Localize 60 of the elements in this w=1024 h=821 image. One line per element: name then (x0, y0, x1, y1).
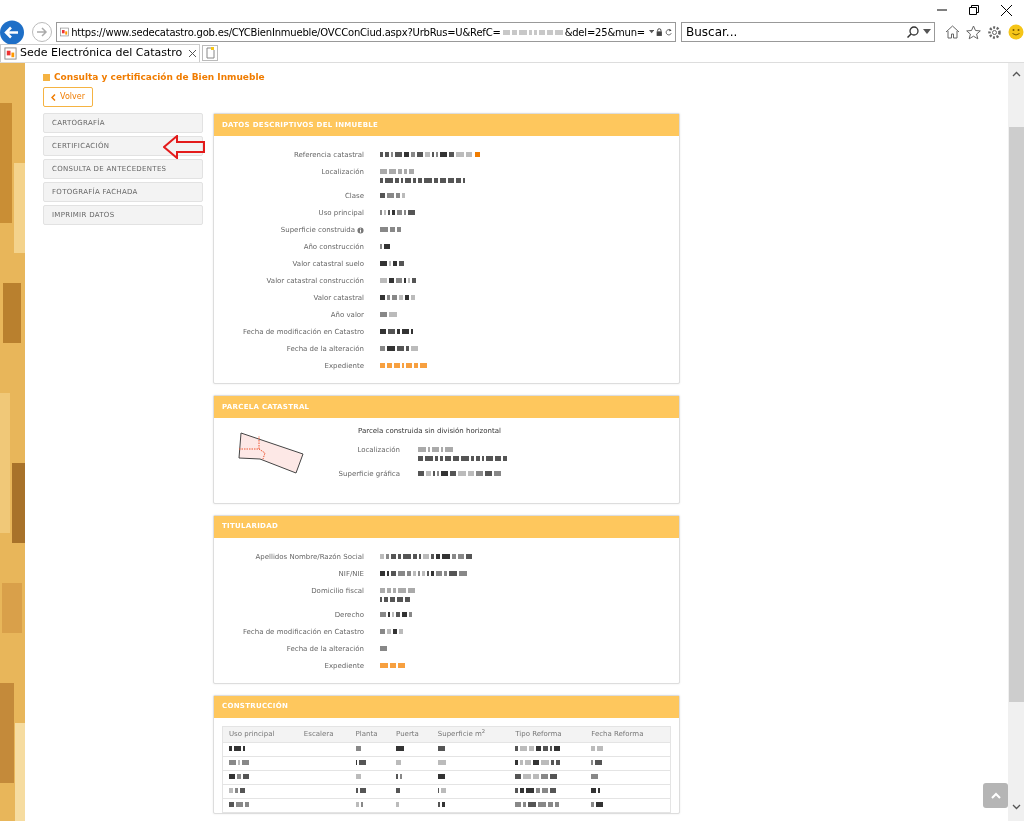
dropdown-icon[interactable] (649, 29, 655, 35)
browser-tab[interactable]: Sede Electrónica del Catastro (0, 44, 201, 62)
blurred-value (515, 758, 561, 766)
restore-icon[interactable] (969, 5, 979, 15)
blurred-value (380, 362, 428, 369)
dropdown-icon[interactable] (923, 29, 931, 35)
blurred-value (380, 168, 415, 175)
blurred-value (380, 610, 415, 618)
refresh-icon[interactable] (664, 26, 672, 38)
chevron-down-icon[interactable] (1011, 804, 1021, 810)
blurred-value (229, 758, 249, 766)
page-title: Consulta y certificación de Bien Inmueble (54, 70, 265, 84)
blurred-value (355, 758, 366, 766)
blurred-value (355, 800, 366, 808)
blurred-value (380, 311, 398, 318)
scrollbar-thumb[interactable] (1008, 127, 1024, 702)
blurred-value (380, 243, 390, 250)
blurred-value (380, 644, 390, 652)
home-icon[interactable] (945, 25, 960, 39)
lock-icon[interactable] (656, 26, 663, 38)
close-icon[interactable] (189, 50, 197, 57)
info-icon[interactable] (357, 226, 364, 234)
search-icon[interactable] (907, 26, 919, 38)
smiley-icon[interactable] (1008, 24, 1024, 40)
search-field[interactable]: Buscar... (681, 22, 935, 42)
parcel-drawing (238, 432, 306, 474)
blurred-value (502, 28, 563, 36)
star-icon[interactable] (966, 24, 981, 40)
blurred-value (591, 800, 604, 808)
chevron-icon (51, 93, 57, 101)
blurred-value (380, 661, 408, 669)
page-icon (43, 74, 50, 81)
blurred-value (396, 772, 405, 780)
close-icon[interactable] (1001, 4, 1012, 16)
blurred-value (591, 744, 604, 752)
back-icon[interactable] (0, 19, 25, 45)
site-icon (4, 47, 17, 60)
back-button[interactable]: Volver (43, 87, 93, 107)
blurred-value (437, 786, 446, 794)
chevron-up-icon (990, 792, 1001, 799)
blurred-value (380, 277, 418, 284)
site-icon (60, 25, 70, 39)
scrollbar[interactable] (1008, 63, 1024, 821)
left-arrow-icon (163, 135, 205, 159)
blurred-value (355, 786, 366, 794)
url-text: https://www.sedecatastro.gob.es/CYCBienInmueble/OVCConCiud.aspx?UrbRus=U&RefC= (71, 25, 501, 40)
blurred-value (591, 758, 604, 766)
blurred-value (380, 209, 415, 216)
blurred-value (475, 151, 480, 158)
blurred-value (380, 627, 405, 635)
settings-icon[interactable] (987, 24, 1002, 40)
blurred-value (229, 800, 249, 808)
address-bar[interactable]: https://www.sedecatastro.gob.es/CYCBienInmueble/OVCConCiud.aspx?UrbRus=U&RefC= &del=25&mun= (56, 22, 676, 42)
chevron-up-icon[interactable] (1011, 71, 1021, 77)
blurred-value (380, 345, 418, 352)
url-text: &del=25&mun= (564, 25, 645, 40)
blurred-value (515, 800, 561, 808)
blurred-value (229, 772, 249, 780)
blurred-value (437, 800, 446, 808)
blurred-value (515, 744, 561, 752)
